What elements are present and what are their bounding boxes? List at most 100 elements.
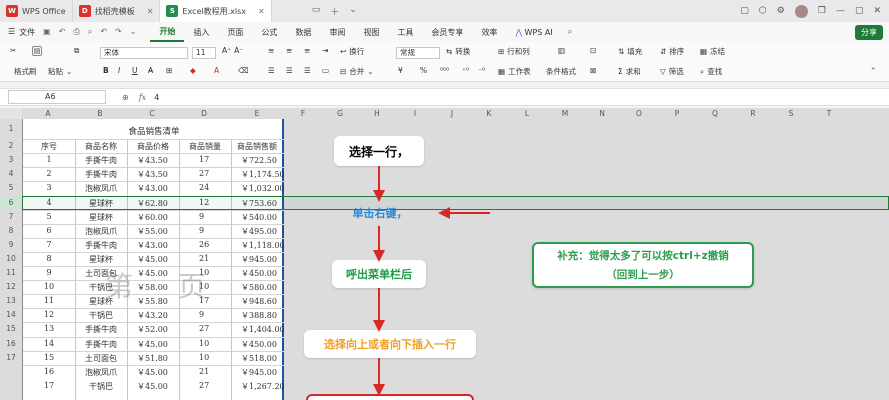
table-cell[interactable]: 手撕牛肉 xyxy=(75,339,127,350)
table-header-cell[interactable]: 商品销售额 xyxy=(231,141,283,152)
tab-template[interactable]: D 找稻壳模板 ✕ xyxy=(73,0,161,22)
search-icon[interactable]: ⌕ xyxy=(568,27,572,37)
table-cell[interactable]: 星球杯 xyxy=(75,254,127,265)
menu-item-insert[interactable]: 插入 xyxy=(184,22,218,42)
file-menu[interactable]: ☰ 文件 xyxy=(0,27,43,38)
print-icon[interactable]: ⎙ xyxy=(73,27,79,37)
preview-icon[interactable]: ⌕ xyxy=(88,27,92,37)
column-header[interactable]: K xyxy=(470,108,508,119)
worksheet-button[interactable]: ▦ 工作表 xyxy=(498,66,531,77)
close-icon[interactable]: ✕ xyxy=(873,6,881,16)
menu-item-formula[interactable]: 公式 xyxy=(252,22,286,42)
row-header[interactable]: 6 xyxy=(0,195,22,210)
table-cell[interactable]: 泡椒凤爪 xyxy=(75,367,127,378)
table-cell[interactable]: 9 xyxy=(179,212,231,221)
align-top-button[interactable]: ≡ xyxy=(268,46,274,55)
convert-button[interactable]: ⇆ 转换 xyxy=(446,46,470,57)
settings-icon[interactable]: ⚙ xyxy=(777,6,785,16)
table-cell[interactable]: ￥450.00 xyxy=(231,339,283,350)
table-cell[interactable]: ￥753.60 xyxy=(231,198,283,209)
table-cell[interactable]: 26 xyxy=(179,240,231,249)
menu-item-tools[interactable]: 工具 xyxy=(388,22,422,42)
display-icon[interactable]: ▢ xyxy=(740,6,749,16)
cell-style-button[interactable]: ⊡ xyxy=(590,46,596,55)
restore-window-icon[interactable]: ❐ xyxy=(818,6,826,16)
table-style-button[interactable]: ⊠ xyxy=(590,66,596,75)
table-cell[interactable]: ￥1,267.20 xyxy=(231,381,285,392)
conditional-format-button[interactable]: 条件格式 xyxy=(546,66,576,77)
table-cell[interactable]: ￥495.00 xyxy=(231,226,283,237)
table-cell[interactable]: 15 xyxy=(23,353,75,362)
table-cell[interactable]: 手撕牛肉 xyxy=(75,240,127,251)
tab-excel-file[interactable]: S Excel教程用.xlsx ✕ xyxy=(160,0,272,22)
decrease-decimal-button[interactable]: ⁻⁰ xyxy=(478,66,485,75)
table-cell[interactable]: 11 xyxy=(23,296,75,305)
table-header-cell[interactable]: 商品销量 xyxy=(179,141,231,152)
table-cell[interactable]: ￥45.00 xyxy=(127,367,179,378)
table-cell[interactable]: 手撕牛肉 xyxy=(75,324,127,335)
table-cell[interactable]: ￥43.50 xyxy=(127,169,179,180)
table-header-cell[interactable]: 商品价格 xyxy=(127,141,179,152)
column-header[interactable]: R xyxy=(734,108,772,119)
table-cell[interactable]: 12 xyxy=(179,198,231,207)
table-cell[interactable]: ￥948.60 xyxy=(231,296,283,307)
table-cell[interactable]: 21 xyxy=(179,367,231,376)
column-header[interactable]: A xyxy=(22,108,74,119)
table-cell[interactable]: 泡椒凤爪 xyxy=(75,183,127,194)
cut-button[interactable]: ✂ xyxy=(10,46,16,55)
table-cell[interactable]: 9 xyxy=(179,226,231,235)
column-header[interactable]: L xyxy=(508,108,546,119)
menu-item-data[interactable]: 数据 xyxy=(286,22,320,42)
table-cell[interactable]: 10 xyxy=(179,353,231,362)
table-cell[interactable]: ￥580.00 xyxy=(231,282,283,293)
column-header[interactable]: J xyxy=(434,108,470,119)
menu-item-home[interactable]: 开始 xyxy=(150,22,185,42)
align-left-button[interactable]: ☰ xyxy=(268,66,275,75)
font-color-button[interactable]: A xyxy=(214,66,219,75)
sort-button[interactable]: ⇵ 排序 xyxy=(660,46,684,57)
column-header[interactable]: H xyxy=(358,108,396,119)
table-cell[interactable]: 手撕牛肉 xyxy=(75,169,127,180)
italic-button[interactable]: I xyxy=(118,66,120,75)
table-cell[interactable]: 6 xyxy=(23,226,75,235)
clear-format-button[interactable]: ⌫ xyxy=(238,66,249,75)
sum-button[interactable]: Σ 求和 xyxy=(618,66,641,77)
row-header[interactable]: 7 xyxy=(0,210,22,224)
avatar[interactable] xyxy=(794,4,808,18)
bold-button[interactable]: B xyxy=(103,66,109,75)
table-cell[interactable]: 13 xyxy=(23,324,75,333)
table-cell[interactable]: 24 xyxy=(179,183,231,192)
table-cell[interactable]: 21 xyxy=(179,254,231,263)
thousands-button[interactable]: ⁰⁰⁰ xyxy=(440,66,449,75)
chevron-down-icon[interactable]: ⌄ xyxy=(349,5,357,18)
strikethrough-button[interactable]: A̶ xyxy=(148,66,153,75)
align-right-button[interactable]: ☰ xyxy=(304,66,311,75)
column-header[interactable]: I xyxy=(396,108,434,119)
column-header[interactable]: O xyxy=(620,108,658,119)
table-cell[interactable]: 16 xyxy=(23,367,75,376)
row-header[interactable]: 8 xyxy=(0,224,22,238)
align-middle-button[interactable]: ≡ xyxy=(286,46,292,55)
font-size-select[interactable]: 11 xyxy=(192,47,216,59)
format-painter-button[interactable]: 格式刷 xyxy=(14,66,37,77)
merge-button[interactable]: ⊟ 合并 ⌄ xyxy=(340,66,374,77)
column-header[interactable]: G xyxy=(322,108,358,119)
cond-format-icon-button[interactable]: ▥ xyxy=(558,46,565,55)
row-header[interactable]: 5 xyxy=(0,181,22,195)
table-cell[interactable]: 土司面包 xyxy=(75,353,127,364)
table-cell[interactable]: 17 xyxy=(179,155,231,164)
fill-button[interactable]: ⇅ 填充 xyxy=(618,46,642,57)
close-tab-icon[interactable]: ✕ xyxy=(147,7,154,16)
table-cell[interactable]: 星球杯 xyxy=(75,212,127,223)
column-header[interactable]: N xyxy=(584,108,620,119)
distributed-button[interactable]: ▭ xyxy=(322,66,329,75)
underline-button[interactable]: U xyxy=(132,66,138,75)
row-header[interactable]: 2 xyxy=(0,139,22,153)
table-cell[interactable]: 1 xyxy=(23,155,75,164)
table-cell[interactable]: ￥45.00 xyxy=(127,381,179,392)
find-button[interactable]: ⌕ 查找 xyxy=(700,66,722,77)
table-cell[interactable]: ￥722.50 xyxy=(231,155,283,166)
row-header[interactable]: 12 xyxy=(0,280,22,294)
table-cell[interactable]: ￥518.00 xyxy=(231,353,283,364)
table-cell[interactable]: ￥43.20 xyxy=(127,310,179,321)
